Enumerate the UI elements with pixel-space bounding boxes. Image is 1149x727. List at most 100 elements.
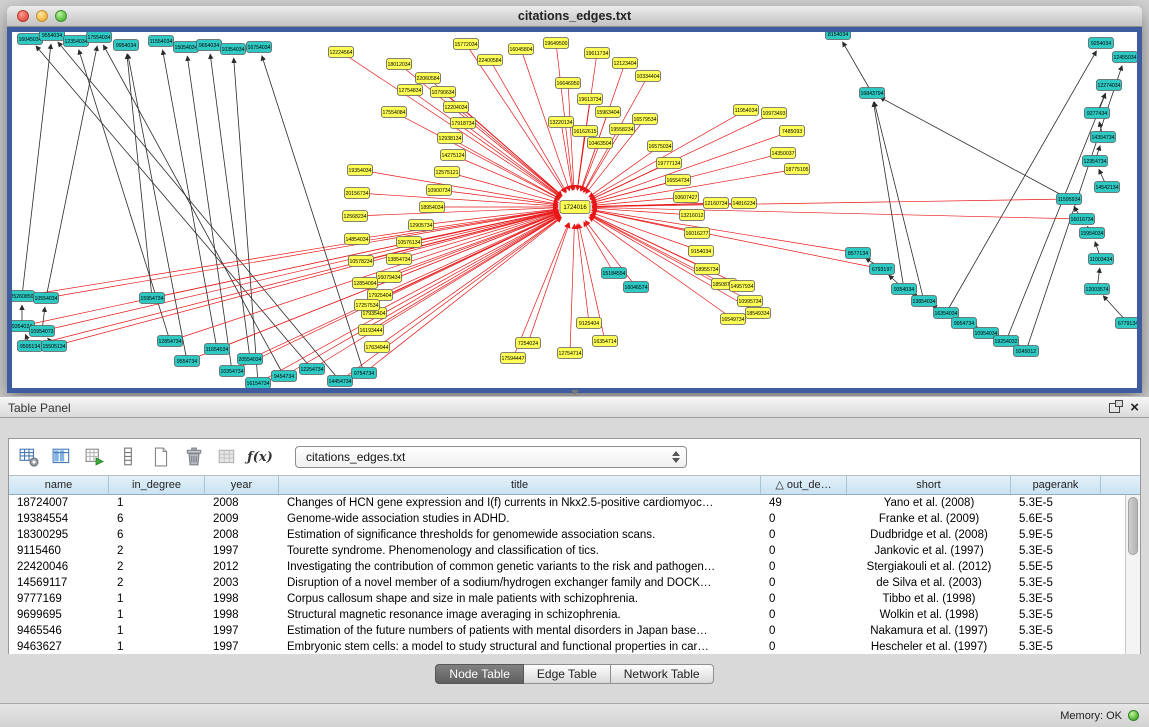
graph-node[interactable]: 11954034 [734, 105, 759, 116]
graph-node[interactable]: 9554734 [175, 356, 200, 367]
graph-node[interactable]: 17554034 [87, 32, 112, 43]
graph-node[interactable]: 7485093 [780, 126, 805, 137]
graph-node[interactable]: 14957934 [730, 281, 755, 292]
citation-edge[interactable] [581, 112, 608, 191]
graph-node[interactable]: 15963404 [596, 107, 621, 118]
new-table-icon[interactable] [149, 445, 173, 469]
column-header-out_degree[interactable]: △ out_de… [761, 476, 847, 494]
table-selector-dropdown[interactable]: citations_edges.txt [295, 446, 687, 468]
graph-node[interactable]: 11595934 [1057, 194, 1082, 205]
graph-node[interactable]: 12123404 [613, 58, 638, 69]
graph-node[interactable]: 10354734 [220, 366, 245, 377]
tab-node-table[interactable]: Node Table [435, 664, 524, 684]
graph-node[interactable]: 17594447 [501, 353, 526, 364]
graph-node[interactable]: 16579534 [633, 114, 658, 125]
graph-node[interactable]: 15772034 [454, 39, 479, 50]
graph-node[interactable]: 9954034 [114, 40, 139, 51]
graph-node[interactable]: 15954734 [140, 293, 165, 304]
table-row[interactable]: 946362711997Embryonic stem cells: a mode… [9, 639, 1125, 654]
graph-node[interactable]: 16354034 [934, 308, 959, 319]
citation-edge[interactable] [210, 54, 250, 359]
graph-node[interactable]: 9254034 [1089, 38, 1114, 49]
graph-node[interactable]: 15954034 [1080, 228, 1105, 239]
graph-node[interactable]: 6793197 [870, 264, 895, 275]
graph-node[interactable]: 14354734 [1091, 132, 1116, 143]
table-scrollbar[interactable] [1125, 495, 1140, 654]
graph-node[interactable]: 12854734 [158, 336, 183, 347]
table-row[interactable]: 1872400712008Changes of HCN gene express… [9, 495, 1125, 511]
graph-node[interactable]: 11003434 [1089, 254, 1114, 265]
citation-edge[interactable] [42, 211, 558, 331]
panel-resize-handle[interactable] [571, 390, 579, 395]
graph-node[interactable]: 10954073 [30, 326, 55, 337]
graph-node[interactable]: 12354034 [64, 36, 89, 47]
graph-node[interactable]: 18775105 [785, 164, 810, 175]
graph-node[interactable]: 9554034 [40, 32, 65, 41]
graph-node[interactable]: 12003574 [1085, 284, 1110, 295]
citation-edge[interactable] [570, 224, 574, 353]
graph-node[interactable]: 12938134 [438, 133, 463, 144]
graph-node[interactable]: 16193444 [359, 325, 384, 336]
table-row[interactable]: 1938455462009Genome-wide association stu… [9, 511, 1125, 527]
network-canvas[interactable]: 2206058410790634122040341791873412938134… [7, 27, 1142, 393]
graph-node[interactable]: 25260850 [12, 291, 35, 302]
table-settings-icon[interactable] [17, 445, 41, 469]
column-header-name[interactable]: name [9, 476, 109, 494]
table-row[interactable]: 969969511998Structural magnetic resonanc… [9, 607, 1125, 623]
graph-node[interactable]: 16154734 [246, 378, 271, 389]
citation-edge[interactable] [187, 56, 232, 371]
graph-node[interactable]: 16016734 [1070, 214, 1095, 225]
scrollbar-thumb[interactable] [1128, 497, 1138, 555]
row-height-icon[interactable] [116, 445, 140, 469]
table-row[interactable]: 1456911722003Disruption of a novel membe… [9, 575, 1125, 591]
graph-node[interactable]: 12455034 [1113, 52, 1138, 63]
graph-node[interactable]: 22060584 [416, 73, 441, 84]
float-panel-icon[interactable] [1109, 403, 1120, 413]
graph-node[interactable]: 9245012 [1014, 346, 1039, 357]
graph-node[interactable]: 16046574 [624, 282, 649, 293]
zoom-window-button[interactable] [55, 10, 67, 22]
table-row[interactable]: 911546021997Tourette syndrome. Phenomeno… [9, 543, 1125, 559]
delete-table-icon[interactable] [182, 445, 206, 469]
graph-node[interactable]: 9505134 [18, 341, 43, 352]
citation-edge[interactable] [103, 45, 284, 376]
graph-node[interactable]: 17554084 [382, 107, 407, 118]
citation-network-graph[interactable]: 2206058410790634122040341791873412938134… [12, 32, 1137, 388]
graph-node[interactable]: 13854734 [387, 254, 412, 265]
graph-node[interactable]: 8154034 [826, 32, 851, 40]
close-window-button[interactable] [17, 10, 29, 22]
show-columns-icon[interactable] [50, 445, 74, 469]
graph-node[interactable]: 14542134 [1095, 182, 1120, 193]
graph-node[interactable]: 12568234 [343, 211, 368, 222]
citation-edge[interactable] [36, 46, 312, 369]
function-builder-icon[interactable]: ƒ(x) [248, 445, 272, 469]
graph-node[interactable]: 22400584 [478, 55, 503, 66]
network-window-titlebar[interactable]: citations_edges.txt [7, 6, 1142, 27]
citation-edge[interactable] [46, 46, 97, 298]
citation-edge[interactable] [357, 193, 558, 206]
column-header-in_degree[interactable]: in_degree [109, 476, 205, 494]
citation-edge[interactable] [842, 42, 872, 93]
citation-edge[interactable] [577, 224, 589, 323]
graph-node[interactable]: 17918734 [451, 118, 476, 129]
citation-edge[interactable] [250, 214, 560, 359]
graph-node[interactable]: 12204034 [444, 102, 469, 113]
graph-node[interactable]: 15054034 [174, 42, 199, 53]
citation-edge[interactable] [590, 216, 758, 313]
citation-edge[interactable] [364, 218, 562, 373]
graph-node[interactable]: 9125404 [577, 318, 602, 329]
graph-node[interactable]: 14350037 [771, 148, 796, 159]
graph-node[interactable]: 15184554 [602, 268, 627, 279]
graph-node[interactable]: 15505134 [42, 341, 67, 352]
graph-node[interactable]: 12854094 [353, 278, 378, 289]
graph-node[interactable]: 14275124 [441, 150, 466, 161]
graph-node[interactable]: 16045804 [509, 44, 534, 55]
citation-edge[interactable] [22, 44, 51, 296]
graph-node[interactable]: 16162615 [573, 126, 598, 137]
graph-node[interactable]: 10554034 [34, 293, 59, 304]
graph-node[interactable]: 1724016 [560, 201, 590, 214]
graph-node[interactable]: 6779134 [1116, 318, 1138, 329]
tab-edge-table[interactable]: Edge Table [524, 664, 611, 684]
citation-edge[interactable] [591, 131, 792, 201]
graph-node[interactable]: 16575034 [648, 141, 673, 152]
